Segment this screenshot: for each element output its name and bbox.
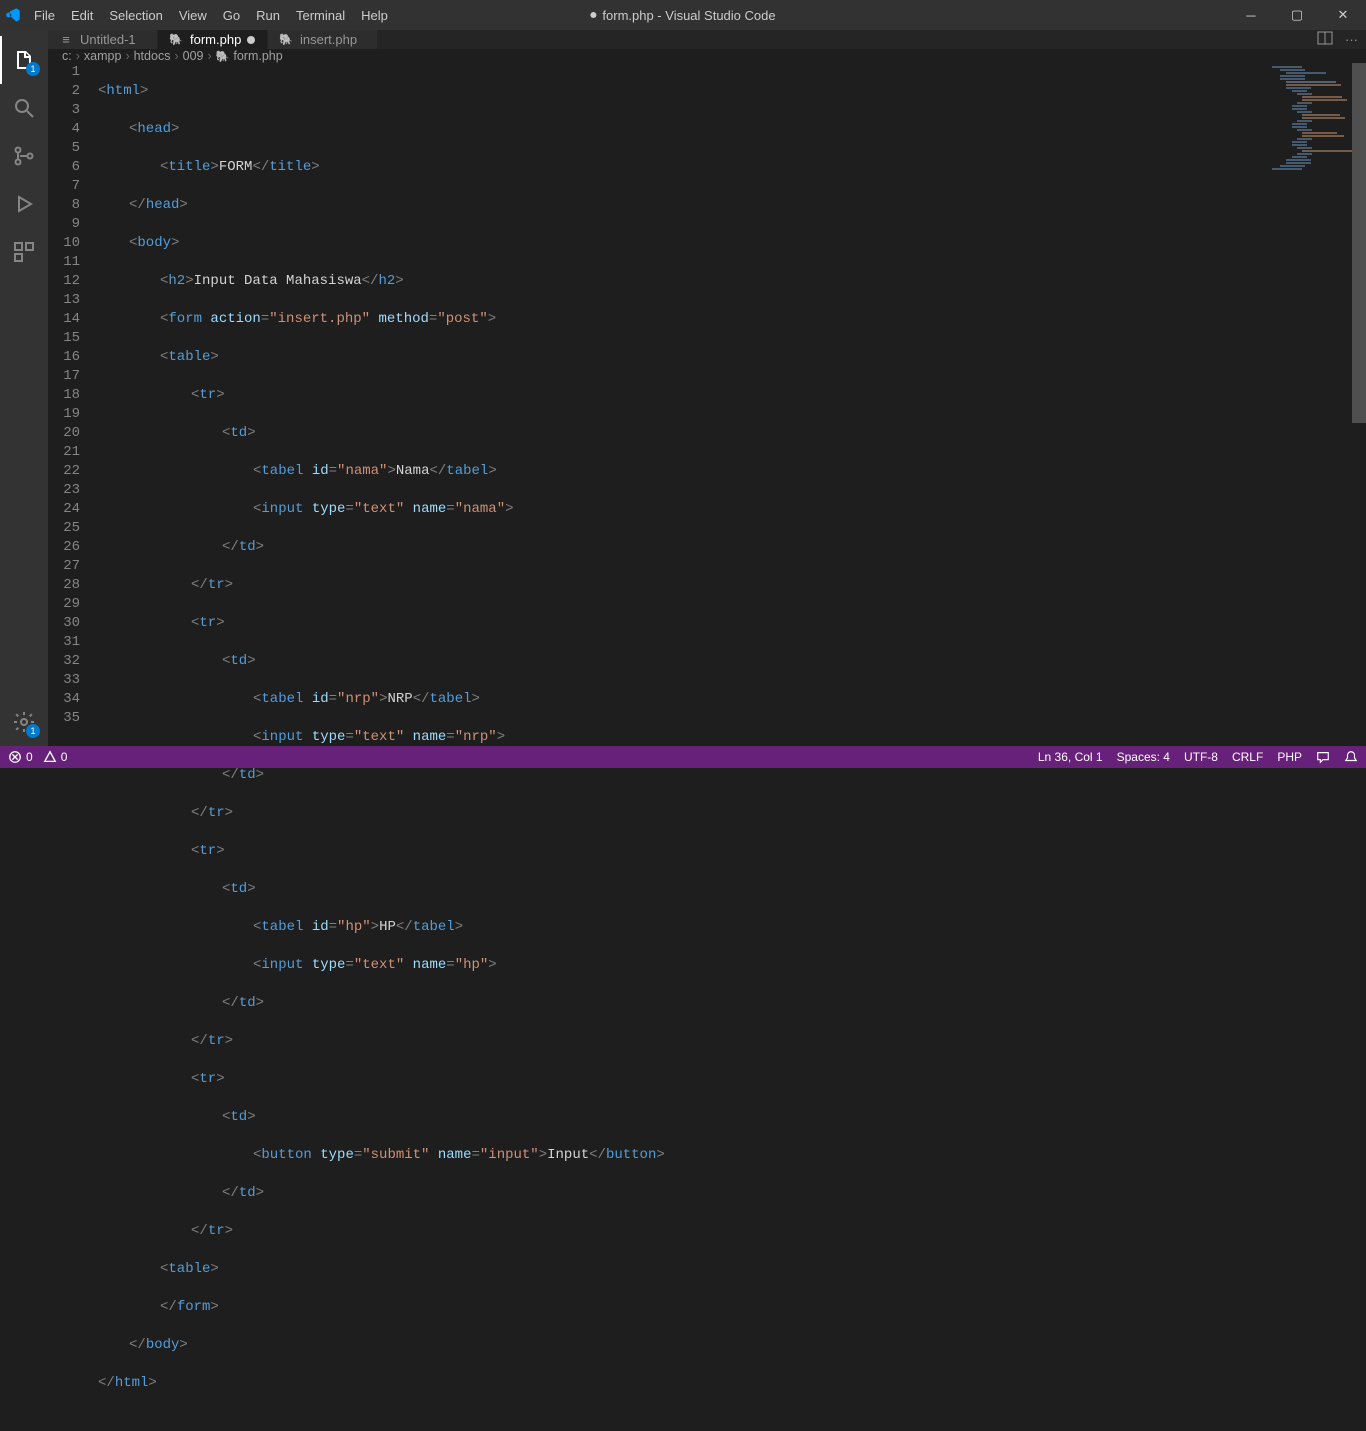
breadcrumb-item[interactable]: 🐘form.php [216,49,283,63]
tab-form-php[interactable]: 🐘 form.php [158,30,268,49]
chevron-right-icon: › [76,49,80,63]
breadcrumb-item[interactable]: 009 [183,49,204,63]
tab-insert-php[interactable]: 🐘 insert.php [268,30,378,49]
breadcrumb-item[interactable]: c: [62,49,72,63]
menu-help[interactable]: Help [353,0,396,30]
window-controls: ─ ▢ ✕ [1228,0,1366,30]
run-debug-icon[interactable] [0,180,48,228]
menu-go[interactable]: Go [215,0,248,30]
php-icon: 🐘 [168,32,184,48]
editor-area: ≡ Untitled-1 🐘 form.php 🐘 insert.php ···… [48,30,1366,746]
settings-icon[interactable]: 1 [0,698,48,746]
editor-body[interactable]: 12345 678910 1112131415 1617181920 21222… [48,63,1366,1431]
breadcrumbs[interactable]: c: › xampp › htdocs › 009 › 🐘form.php [48,49,1366,63]
menu-file[interactable]: File [26,0,63,30]
chevron-right-icon: › [125,49,129,63]
extensions-icon[interactable] [0,228,48,276]
menu-view[interactable]: View [171,0,215,30]
more-actions-icon[interactable]: ··· [1345,32,1358,47]
menu-terminal[interactable]: Terminal [288,0,353,30]
menu-edit[interactable]: Edit [63,0,101,30]
chevron-right-icon: › [174,49,178,63]
file-icon: ≡ [58,32,74,48]
menu-run[interactable]: Run [248,0,288,30]
tab-label: form.php [190,32,241,47]
title-text: form.php - Visual Studio Code [602,8,775,23]
explorer-badge: 1 [26,62,40,76]
line-numbers: 12345 678910 1112131415 1617181920 21222… [48,63,98,1431]
breadcrumb-item[interactable]: xampp [84,49,122,63]
scrollbar-thumb[interactable] [1352,63,1366,423]
tabs-bar: ≡ Untitled-1 🐘 form.php 🐘 insert.php ··· [48,30,1366,49]
explorer-icon[interactable]: 1 [0,36,48,84]
tab-label: Untitled-1 [80,32,136,47]
minimap[interactable] [1272,66,1352,286]
php-icon: 🐘 [278,32,294,48]
split-editor-icon[interactable] [1317,30,1333,49]
title-bar: File Edit Selection View Go Run Terminal… [0,0,1366,30]
dirty-indicator-icon [247,36,255,44]
window-title: form.php - Visual Studio Code [590,8,775,23]
source-control-icon[interactable] [0,132,48,180]
minimize-button[interactable]: ─ [1228,0,1274,30]
search-icon[interactable] [0,84,48,132]
tab-label: insert.php [300,32,357,47]
close-button[interactable]: ✕ [1320,0,1366,30]
breadcrumb-item[interactable]: htdocs [134,49,171,63]
dirty-dot-icon [590,12,596,18]
tab-untitled-1[interactable]: ≡ Untitled-1 [48,30,158,49]
code-content[interactable]: <html> <head> <title>FORM</title> </head… [98,63,1366,1431]
settings-badge: 1 [26,724,40,738]
menu-bar: File Edit Selection View Go Run Terminal… [26,0,396,30]
activity-bar: 1 1 [0,30,48,746]
menu-selection[interactable]: Selection [101,0,170,30]
vertical-scrollbar[interactable] [1352,63,1366,1431]
vscode-logo-icon [0,0,26,30]
chevron-right-icon: › [207,49,211,63]
status-errors[interactable]: 0 [8,750,33,764]
php-icon: 🐘 [216,50,230,63]
maximize-button[interactable]: ▢ [1274,0,1320,30]
